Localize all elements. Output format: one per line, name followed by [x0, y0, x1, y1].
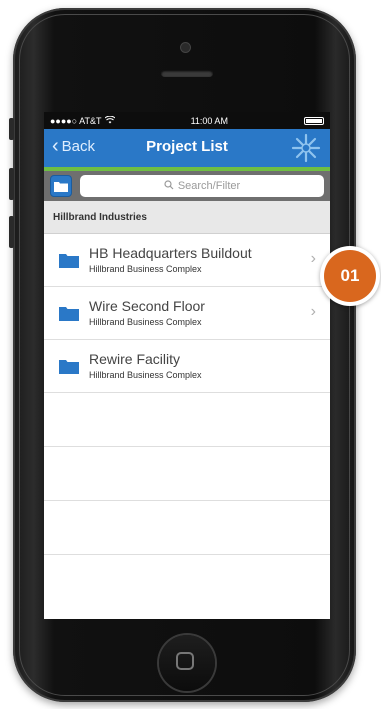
folder-icon [59, 359, 79, 379]
empty-list-row [44, 501, 330, 555]
folder-icon [59, 253, 79, 273]
project-name: HB Headquarters Buildout [89, 245, 252, 261]
project-location: Hillbrand Business Complex [89, 317, 202, 327]
callout-badge: 01 [320, 246, 380, 306]
project-name: Wire Second Floor [89, 298, 205, 314]
chevron-right-icon: › [310, 250, 316, 267]
chevron-right-icon: › [310, 303, 316, 320]
carrier-label: ●●●●○ AT&T [50, 115, 102, 126]
star-logo-icon [290, 132, 322, 164]
folder-button[interactable] [50, 175, 72, 197]
callout-label: 01 [324, 250, 376, 302]
group-header: Hillbrand Industries [44, 201, 330, 234]
mute-switch [9, 118, 14, 140]
page-title: Project List [146, 138, 228, 155]
folder-icon [59, 306, 79, 326]
empty-list-row [44, 393, 330, 447]
earpiece-speaker [161, 70, 213, 77]
status-bar: ●●●●○ AT&T 11:00 AM [44, 112, 330, 129]
project-location: Hillbrand Business Complex [89, 370, 202, 380]
empty-list-row [44, 447, 330, 501]
project-location: Hillbrand Business Complex [89, 264, 202, 274]
list-item[interactable]: HB Headquarters Buildout Hillbrand Busin… [44, 234, 330, 287]
search-input[interactable]: Search/Filter [80, 175, 324, 197]
project-name: Rewire Facility [89, 351, 181, 367]
front-camera [181, 43, 190, 52]
status-time: 11:00 AM [190, 115, 228, 126]
search-placeholder: Search/Filter [177, 180, 241, 192]
folder-icon [54, 181, 68, 192]
wifi-icon [104, 115, 115, 126]
toolbar: Search/Filter [44, 171, 330, 201]
search-icon [164, 179, 174, 193]
volume-down-button [9, 216, 14, 248]
list-item[interactable]: Wire Second Floor Hillbrand Business Com… [44, 287, 330, 340]
phone-screen: ●●●●○ AT&T 11:00 AM ‹ Back Project List [44, 112, 330, 619]
battery-icon [303, 116, 324, 125]
volume-up-button [9, 168, 14, 200]
list-item[interactable]: Rewire Facility Hillbrand Business Compl… [44, 340, 330, 393]
home-square-icon [176, 652, 194, 670]
nav-bar: ‹ Back Project List [44, 129, 330, 171]
